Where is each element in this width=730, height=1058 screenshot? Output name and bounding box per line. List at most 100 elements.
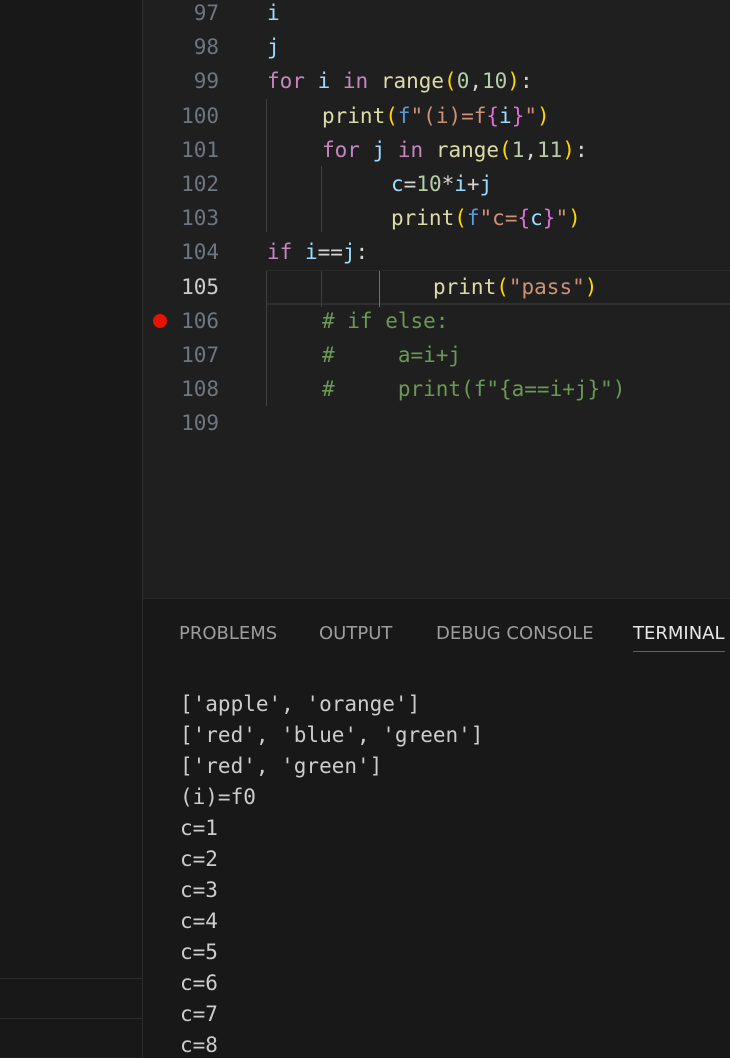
code-token: , (469, 69, 482, 94)
code-token: : (574, 137, 588, 162)
code-line[interactable]: 100 print(f"(i)=f{i}") (143, 99, 730, 133)
sidebar-divider (0, 1018, 142, 1019)
code-line[interactable]: 101 for j in range(1,11): (143, 133, 730, 167)
line-number: 100 (181, 103, 219, 128)
code-token: 1 (511, 137, 525, 162)
code-line[interactable]: 97 i (143, 0, 730, 30)
code-token: ) (568, 206, 581, 231)
tab-label: PROBLEMS (179, 623, 278, 644)
line-number: 106 (181, 308, 219, 333)
terminal-line: (i)=f0 (180, 785, 256, 809)
indent-guide (321, 166, 322, 232)
code-token: ) (584, 274, 598, 299)
terminal-line: c=3 (180, 878, 218, 902)
code-line[interactable]: 103 print(f"c={c}") (143, 201, 730, 235)
code-line[interactable]: 106 # if else: (143, 304, 730, 338)
terminal-line: c=2 (180, 847, 218, 871)
code-text: print("pass") (433, 270, 597, 304)
code-text: # a=i+j (322, 338, 461, 372)
code-token: c (391, 172, 404, 196)
side-bar (0, 0, 143, 1057)
tab-output[interactable]: OUTPUT (319, 619, 392, 649)
tab-label: TERMINAL (633, 623, 725, 644)
code-token: j (342, 240, 356, 265)
indent-guide (266, 306, 267, 406)
code-line[interactable]: 108 # print(f"{a==i+j}") (143, 372, 730, 406)
code-token: j (267, 35, 280, 60)
code-token: , (524, 137, 537, 162)
code-token: ( (499, 137, 512, 162)
code-token: ( (385, 103, 398, 128)
code-line[interactable]: 105 print("pass") (143, 269, 730, 305)
terminal-line: ['red', 'blue', 'green'] (180, 723, 484, 747)
code-token: i (499, 103, 512, 128)
code-editor[interactable]: 97 i 98 j 99 for i in range(0,10): 100 print(f"… (143, 0, 730, 598)
code-token: ) (507, 69, 520, 94)
code-token: ( (444, 69, 457, 94)
code-token: print (433, 274, 497, 299)
indent-guide (266, 99, 267, 232)
code-token: " (555, 206, 569, 231)
code-token: # a=i+j (322, 343, 462, 367)
code-token: print (322, 103, 386, 128)
code-token: for (267, 69, 318, 94)
code-text: for i in range(0,10): (267, 64, 533, 98)
code-line[interactable]: 98 j (143, 30, 730, 64)
code-text: # print(f"{a==i+j}") (322, 372, 625, 406)
code-text: c=10*i+j (391, 167, 492, 201)
terminal-line: c=5 (180, 940, 218, 964)
code-token: # print(f"{a==i+j}") (322, 377, 626, 402)
code-token: f (397, 103, 411, 128)
code-text: for j in range(1,11): (322, 133, 588, 167)
code-token: if (267, 240, 305, 265)
code-token: : (355, 240, 369, 265)
code-token: in (342, 69, 381, 94)
sidebar-divider (0, 978, 142, 979)
code-line[interactable]: 109 (143, 406, 730, 440)
code-line[interactable]: 99 for i in range(0,10): (143, 64, 730, 98)
terminal-line: ['apple', 'orange'] (180, 692, 421, 716)
tab-debug-console[interactable]: DEBUG CONSOLE (436, 619, 594, 649)
code-token: 10 (482, 69, 508, 94)
terminal-line: ['red', 'green'] (180, 754, 383, 778)
code-token: "c= (479, 206, 518, 231)
code-token: ) (537, 103, 550, 128)
code-token: c (530, 206, 543, 231)
code-token: == (317, 240, 343, 265)
code-token: f (466, 206, 480, 231)
terminal-output[interactable]: ['apple', 'orange'] ['red', 'blue', 'gree… (180, 689, 730, 1058)
code-token: " (524, 103, 538, 128)
line-number: 103 (181, 206, 219, 231)
code-text: print(f"(i)=f{i}") (322, 99, 550, 133)
line-number: 109 (181, 411, 219, 436)
code-line[interactable]: 107 # a=i+j (143, 338, 730, 372)
code-token: ( (496, 274, 509, 299)
code-text: j (267, 30, 280, 64)
code-token: } (542, 206, 556, 231)
code-token: i (267, 1, 280, 25)
tab-terminal[interactable]: TERMINAL (633, 619, 725, 652)
terminal-line: c=4 (180, 909, 218, 933)
code-token: 11 (537, 137, 563, 162)
terminal-line: c=7 (180, 1002, 218, 1026)
terminal-line: c=8 (180, 1033, 218, 1057)
line-number: 105 (181, 274, 219, 299)
terminal-line: c=6 (180, 971, 218, 995)
line-number: 101 (181, 137, 219, 162)
code-text: print(f"c={c}") (391, 201, 581, 235)
line-number: 107 (181, 343, 219, 367)
code-token: } (511, 103, 525, 128)
indent-guide (266, 271, 267, 307)
code-line[interactable]: 104 if i==j: (143, 235, 730, 269)
code-token: for (322, 137, 373, 162)
code-token: i (454, 172, 467, 196)
tab-label: OUTPUT (319, 623, 393, 644)
code-token: ( (454, 206, 467, 231)
code-line[interactable]: 102 c=10*i+j (143, 167, 730, 201)
tab-problems[interactable]: PROBLEMS (179, 619, 277, 649)
code-token: j (479, 172, 493, 196)
indent-guide (321, 271, 322, 307)
line-number: 102 (181, 172, 219, 196)
code-token: range (435, 137, 500, 162)
line-number: 99 (193, 69, 219, 94)
